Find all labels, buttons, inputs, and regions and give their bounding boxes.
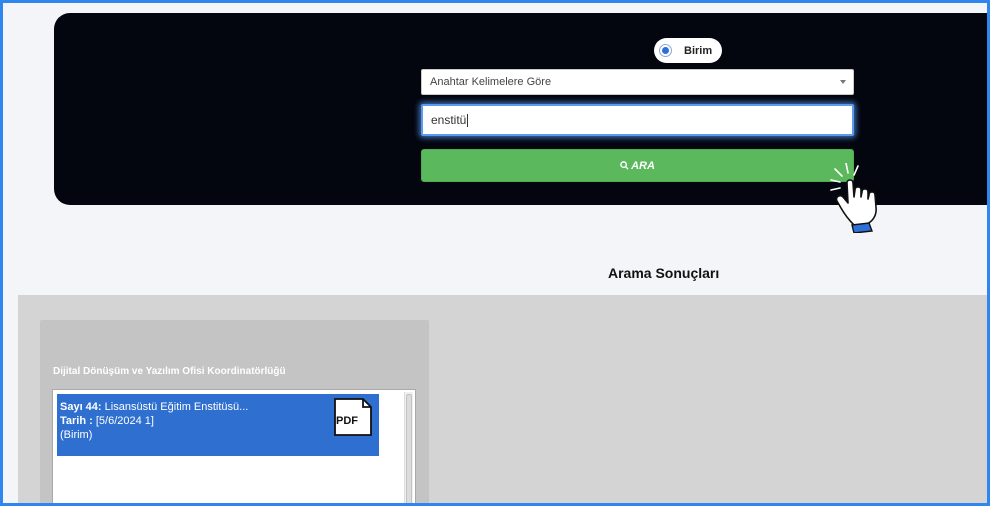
search-input[interactable]: enstitü xyxy=(421,104,854,136)
result-card: Dijital Dönüşüm ve Yazılım Ofisi Koordin… xyxy=(40,320,429,503)
item-unit: (Birim) xyxy=(60,429,93,441)
radio-selected-icon[interactable] xyxy=(659,44,672,57)
radio-label: Birim xyxy=(684,44,713,57)
item-date: [5/6/2024 1] xyxy=(92,415,154,427)
search-button-label: ARA xyxy=(631,159,655,172)
item-number-line: Sayı 44: Lisansüstü Eğitim Enstitüsü... xyxy=(60,400,379,414)
birim-radio[interactable]: Birim xyxy=(654,38,722,63)
scrollbar-thumb[interactable] xyxy=(406,394,412,503)
search-button[interactable]: ARA xyxy=(421,149,854,182)
item-subject: Lisansüstü Eğitim Enstitüsü... xyxy=(101,401,249,413)
hand-pointer-icon xyxy=(830,163,877,233)
results-heading: Arama Sonuçları xyxy=(608,265,720,281)
tarih-label: Tarih : xyxy=(60,415,93,427)
page-frame: Birim Anahtar Kelimelere Göre enstitü AR… xyxy=(0,0,990,506)
list-item[interactable]: Sayı 44: Lisansüstü Eğitim Enstitüsü... … xyxy=(57,394,379,456)
sayi-label: Sayı 44: xyxy=(60,401,102,413)
text-caret xyxy=(467,113,469,127)
item-date-line: Tarih : [5/6/2024 1] xyxy=(60,414,379,428)
dropdown-arrow-icon xyxy=(840,80,846,84)
list-scrollbar[interactable] xyxy=(404,392,413,503)
result-list[interactable]: Sayı 44: Lisansüstü Eğitim Enstitüsü... … xyxy=(52,389,416,503)
select-value: Anahtar Kelimelere Göre xyxy=(430,76,552,88)
search-type-select[interactable]: Anahtar Kelimelere Göre xyxy=(421,69,854,95)
card-title: Dijital Dönüşüm ve Yazılım Ofisi Koordin… xyxy=(53,366,286,377)
results-area: Dijital Dönüşüm ve Yazılım Ofisi Koordin… xyxy=(18,295,987,503)
search-input-value: enstitü xyxy=(431,113,467,127)
pdf-label: PDF xyxy=(336,415,358,427)
pdf-icon[interactable]: PDF xyxy=(333,398,373,436)
search-icon xyxy=(620,161,629,170)
